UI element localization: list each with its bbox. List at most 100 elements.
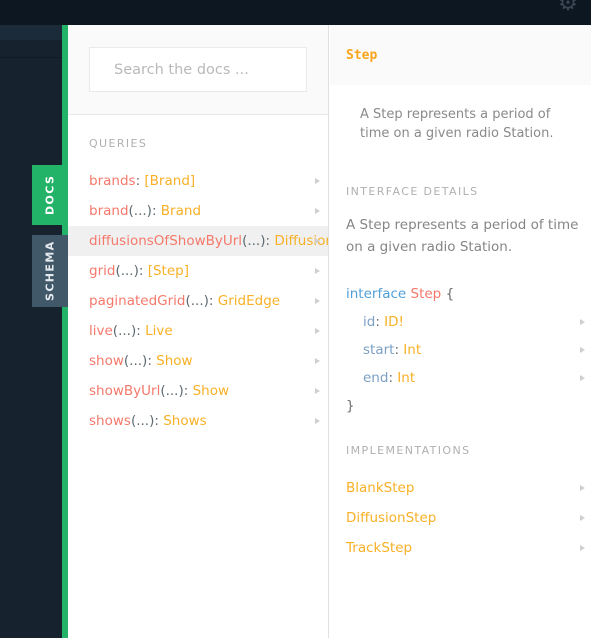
query-type: GridEdge	[217, 293, 281, 309]
query-type: Show	[156, 353, 193, 369]
search-input[interactable]	[89, 47, 307, 92]
keyword-interface: interface	[346, 286, 407, 302]
code-field-start[interactable]: start: Int	[346, 336, 591, 364]
field-type: ID!	[384, 314, 404, 330]
query-name: live	[89, 323, 113, 339]
chevron-right-icon	[580, 515, 585, 521]
query-type: Brand	[160, 203, 202, 219]
query-args: (...)	[115, 263, 139, 279]
query-args: (...)	[160, 383, 184, 399]
chevron-right-icon	[315, 418, 320, 424]
queries-section-label: QUERIES	[89, 137, 148, 150]
interface-description: A Step represents a period of time on a …	[346, 217, 579, 255]
query-name: show	[89, 353, 124, 369]
implementation-row-diffusionstep[interactable]: DiffusionStep	[346, 503, 591, 533]
query-row-showbyurl[interactable]: showByUrl(...): Show	[68, 376, 328, 406]
field-type: Int	[403, 342, 422, 358]
type-description: A Step represents a period of time on a …	[360, 107, 554, 141]
query-type: Shows	[163, 413, 207, 429]
code-field-id[interactable]: id: ID!	[346, 308, 591, 336]
query-type: Show	[192, 383, 230, 399]
query-row-shows[interactable]: shows(...): Shows	[68, 406, 328, 436]
field-name: start	[363, 342, 395, 358]
implementation-name: TrackStep	[346, 540, 413, 556]
query-colon: :	[183, 383, 193, 399]
query-row-show[interactable]: show(...): Show	[68, 346, 328, 376]
query-args: (...)	[185, 293, 209, 309]
code-line-signature: interface Step {	[346, 280, 591, 308]
implementation-name: BlankStep	[346, 480, 415, 496]
chevron-right-icon	[315, 358, 320, 364]
query-name: grid	[89, 263, 116, 279]
graphql-docs-explorer: ⚙ DOCS SCHEMA QUERIES brands: [Brand] br…	[0, 0, 591, 638]
sidebar-tab-docs[interactable]: DOCS	[32, 165, 68, 225]
query-args: (...)	[128, 203, 152, 219]
left-rail	[0, 25, 62, 638]
query-colon: :	[138, 263, 148, 279]
query-colon: :	[147, 353, 157, 369]
query-colon: :	[208, 293, 218, 309]
chevron-right-icon	[580, 375, 585, 381]
query-type: [Brand]	[144, 173, 196, 189]
implementation-row-trackstep[interactable]: TrackStep	[346, 533, 591, 563]
query-row-brand[interactable]: brand(...): Brand	[68, 196, 328, 226]
query-name: brands	[89, 173, 136, 189]
sidebar-tab-docs-label: DOCS	[43, 174, 57, 216]
code-type-name: Step	[410, 286, 442, 302]
chevron-right-icon	[315, 238, 320, 244]
chevron-right-icon	[580, 545, 585, 551]
field-name: id	[363, 314, 376, 330]
field-name: end	[363, 370, 389, 386]
query-args: (...)	[112, 323, 137, 339]
field-type: Int	[397, 370, 416, 386]
page-title[interactable]: Step	[346, 48, 377, 63]
sidebar-tab-schema[interactable]: SCHEMA	[32, 235, 68, 307]
chevron-right-icon	[580, 319, 585, 325]
query-name: diffusionsOfShowByUrl	[89, 233, 243, 249]
docs-panel: QUERIES brands: [Brand] brand(...): Bran…	[68, 25, 329, 638]
chevron-right-icon	[580, 485, 585, 491]
query-args: (...)	[130, 413, 155, 429]
field-colon: :	[394, 342, 404, 358]
implementation-row-blankstep[interactable]: BlankStep	[346, 473, 591, 503]
query-colon: :	[265, 233, 275, 249]
detail-panel: Step A Step represents a period of time …	[330, 25, 591, 638]
chevron-right-icon	[580, 347, 585, 353]
chevron-right-icon	[315, 298, 320, 304]
query-row-brands[interactable]: brands: [Brand]	[68, 166, 328, 196]
chevron-right-icon	[315, 388, 320, 394]
implementations-list: BlankStep DiffusionStep TrackStep	[330, 473, 591, 563]
detail-body: A Step represents a period of time on a …	[330, 105, 591, 563]
chevron-right-icon	[315, 178, 320, 184]
query-name: shows	[89, 413, 131, 429]
query-colon: :	[151, 203, 161, 219]
implementations-label: IMPLEMENTATIONS	[346, 444, 471, 457]
query-name: paginatedGrid	[89, 293, 186, 309]
top-header-bar: ⚙	[0, 0, 591, 25]
chevron-right-icon	[315, 328, 320, 334]
query-args: (...)	[123, 353, 148, 369]
query-row-paginatedgrid[interactable]: paginatedGrid(...): GridEdge	[68, 286, 328, 316]
chevron-right-icon	[315, 208, 320, 214]
interface-details-label: INTERFACE DETAILS	[346, 185, 479, 198]
code-line-close: }	[346, 392, 591, 420]
query-colon: :	[154, 413, 164, 429]
sidebar-tab-schema-label: SCHEMA	[43, 240, 57, 302]
query-type: Diffusions	[274, 233, 328, 249]
gear-icon[interactable]: ⚙	[557, 0, 579, 15]
rail-strip-lower	[0, 40, 62, 58]
query-type: [Step]	[147, 263, 189, 279]
query-name: brand	[89, 203, 129, 219]
code-open-brace: {	[445, 286, 455, 302]
rail-strip-upper	[0, 25, 62, 40]
code-close-brace: }	[346, 398, 355, 414]
query-args: (...)	[242, 233, 266, 249]
detail-header: Step	[330, 25, 591, 85]
search-area	[68, 25, 328, 115]
query-row-diffusionsofshowbyurl[interactable]: diffusionsOfShowByUrl(...): Diffusions	[68, 226, 328, 256]
interface-code-block: interface Step { id: ID! start: Int end:…	[330, 280, 591, 420]
implementation-name: DiffusionStep	[346, 510, 437, 526]
code-field-end[interactable]: end: Int	[346, 364, 591, 392]
query-row-live[interactable]: live(...): Live	[68, 316, 328, 346]
query-row-grid[interactable]: grid(...): [Step]	[68, 256, 328, 286]
